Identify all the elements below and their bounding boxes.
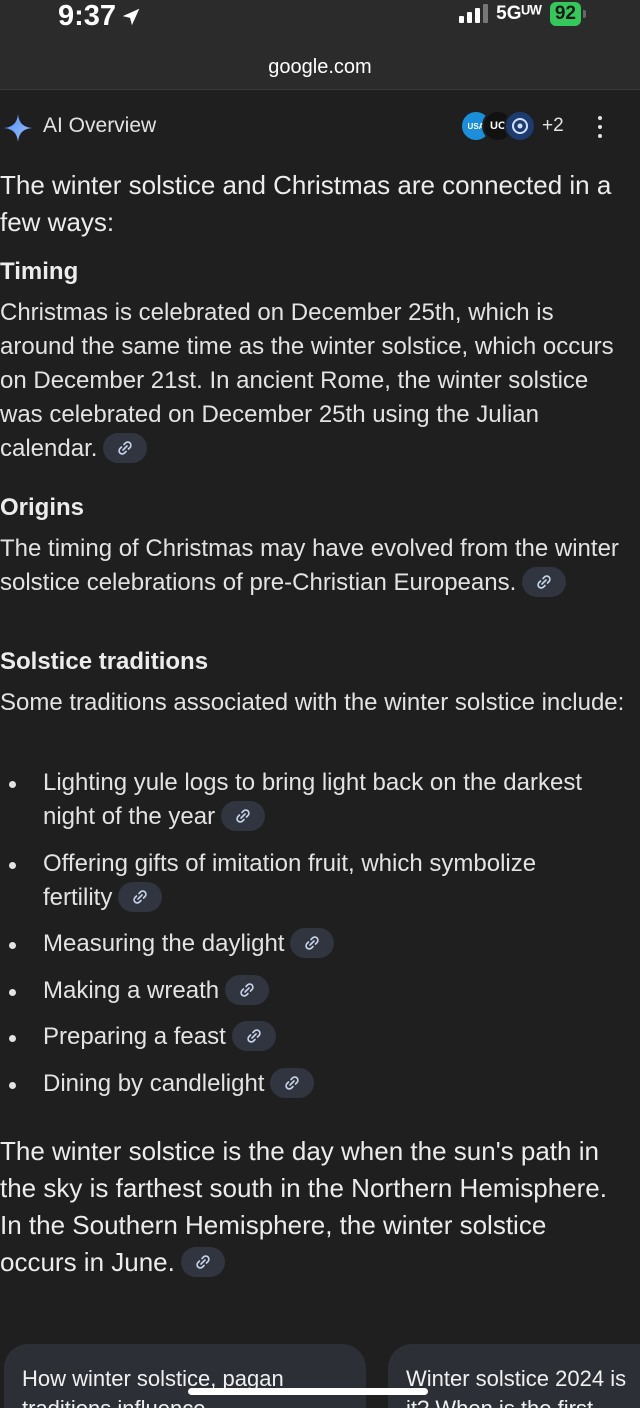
bullet-dot [9,862,16,869]
source-card[interactable]: Winter solstice 2024 is it? When is the … [388,1344,640,1408]
location-arrow-icon [122,8,140,25]
bullet-dot [9,942,16,949]
link-icon [305,935,320,950]
link-icon [236,808,250,823]
ai-overview-header: AI Overview USA UC +2 [0,106,640,146]
list-item-text: Measuring the daylight [43,927,603,961]
kebab-menu-icon[interactable] [598,116,602,138]
link-icon [537,574,551,589]
link-chip[interactable] [270,1067,315,1098]
section-body-traditions: Some traditions associated with the wint… [0,689,625,716]
link-icon [240,982,254,997]
address-bar[interactable]: google.com [0,52,640,90]
seal-avatar[interactable] [504,110,536,142]
list-item-text: Dining by candlelight [43,1067,603,1101]
section-heading-origins: Origins [0,494,85,521]
section-heading-traditions: Solstice traditions [0,648,209,675]
link-chip[interactable] [221,800,266,831]
source-card-title: Winter solstice 2024 is it? When is the … [406,1366,627,1408]
timing-text: Christmas is celebrated on December 25th… [0,299,614,462]
closing-paragraph: The winter solstice is the day when the … [0,1133,620,1281]
link-chip[interactable] [103,432,148,463]
list-item-text: Lighting yule logs to bring light back o… [43,769,583,831]
source-avatars[interactable]: USA UC +2 [460,110,564,142]
link-icon [285,1075,300,1090]
section-body-origins: The timing of Christmas may have evolved… [0,532,632,600]
link-chip[interactable] [225,974,270,1005]
list-item-text: Making a wreath [43,974,603,1008]
url-text: google.com [268,56,372,78]
list-item-text: Offering gifts of imitation fruit, which… [43,850,537,912]
link-icon [118,440,133,455]
home-indicator[interactable] [188,1388,428,1395]
link-chip[interactable] [522,566,567,597]
section-body-timing: Christmas is celebrated on December 25th… [0,296,632,466]
battery-icon: 92 [549,2,581,26]
closing-text: The winter solstice is the day when the … [0,1136,607,1277]
clock-text: 9:37 [58,0,117,32]
battery-tip [583,10,586,18]
link-chip[interactable] [290,927,335,958]
network-type: 5Gᵁᵂ [496,3,542,24]
seal-icon [512,118,528,134]
sparkle-icon [4,114,32,142]
link-chip[interactable] [118,881,163,912]
link-icon [247,1028,261,1043]
bullet-dot [9,989,16,996]
link-chip[interactable] [231,1020,276,1051]
bullet-dot [9,1082,16,1089]
section-heading-timing: Timing [0,258,79,285]
bullet-dot [9,1035,16,1042]
list-item-text: Preparing a feast [43,1020,603,1054]
link-icon [196,1255,210,1269]
status-bar: 9:37 5Gᵁᵂ 92 [0,0,640,52]
status-time: 9:37 [58,0,142,33]
more-sources-count[interactable]: +2 [542,115,564,137]
signal-icon [459,4,489,23]
link-chip[interactable] [180,1247,225,1278]
ai-overview-title: AI Overview [43,114,157,137]
bullet-dot [9,781,16,788]
source-card[interactable]: How winter solstice, pagan traditions in… [4,1344,366,1408]
source-card-title: How winter solstice, pagan traditions in… [22,1366,284,1408]
link-icon [133,889,148,904]
lead-paragraph: The winter solstice and Christmas are co… [0,170,612,237]
status-icons: 5Gᵁᵂ 92 [459,2,586,26]
